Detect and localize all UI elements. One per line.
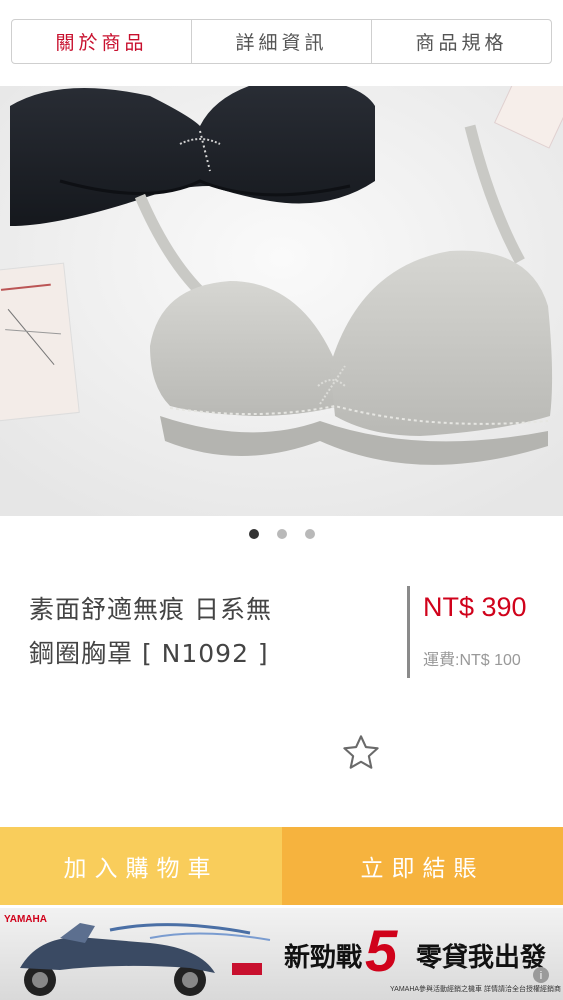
- favorite-button[interactable]: [338, 730, 384, 776]
- ad-banner[interactable]: YAMAHA 新勁戰 5 零貸我出發 YAMAHA參與活動經銷之機車 詳情請洽全…: [0, 908, 563, 1000]
- price-divider: [407, 586, 410, 678]
- carousel-dots: [0, 529, 563, 539]
- carousel-dot[interactable]: [248, 529, 259, 539]
- tab-details[interactable]: 詳細資訊: [192, 20, 372, 63]
- product-title-line: 鋼圈胸罩 [ N1092 ]: [29, 639, 269, 668]
- ad-slogan: 零貸我出發: [416, 943, 547, 973]
- add-to-cart-button[interactable]: 加入購物車: [0, 827, 282, 905]
- checkout-button[interactable]: 立即結賬: [282, 827, 563, 905]
- svg-text:i: i: [540, 970, 542, 982]
- product-title-line: 素面舒適無痕 日系無: [29, 595, 272, 624]
- ad-fine-print: YAMAHA參與活動經銷之機車 詳情請洽全台授權經銷商: [390, 986, 561, 993]
- tab-bar: 關於商品 詳細資訊 商品規格: [11, 19, 552, 64]
- carousel-dot[interactable]: [276, 529, 287, 539]
- product-image[interactable]: [0, 86, 563, 516]
- shipping-fee: 運費:NT$ 100: [423, 652, 521, 669]
- ad-number: 5: [365, 919, 398, 984]
- product-title: 素面舒適無痕 日系無 鋼圈胸罩 [ N1092 ]: [29, 588, 389, 676]
- carousel-dot[interactable]: [304, 529, 315, 539]
- star-outline-icon: [343, 735, 379, 769]
- ad-slogan: 新勁戰: [284, 943, 363, 973]
- action-bar: 加入購物車 立即結賬: [0, 827, 563, 905]
- tab-specs[interactable]: 商品規格: [372, 20, 551, 63]
- ad-info-icon[interactable]: i: [532, 966, 550, 984]
- ad-brand-logo: YAMAHA: [4, 914, 47, 925]
- product-price: NT$ 390: [423, 592, 527, 622]
- tab-about-product[interactable]: 關於商品: [12, 20, 192, 63]
